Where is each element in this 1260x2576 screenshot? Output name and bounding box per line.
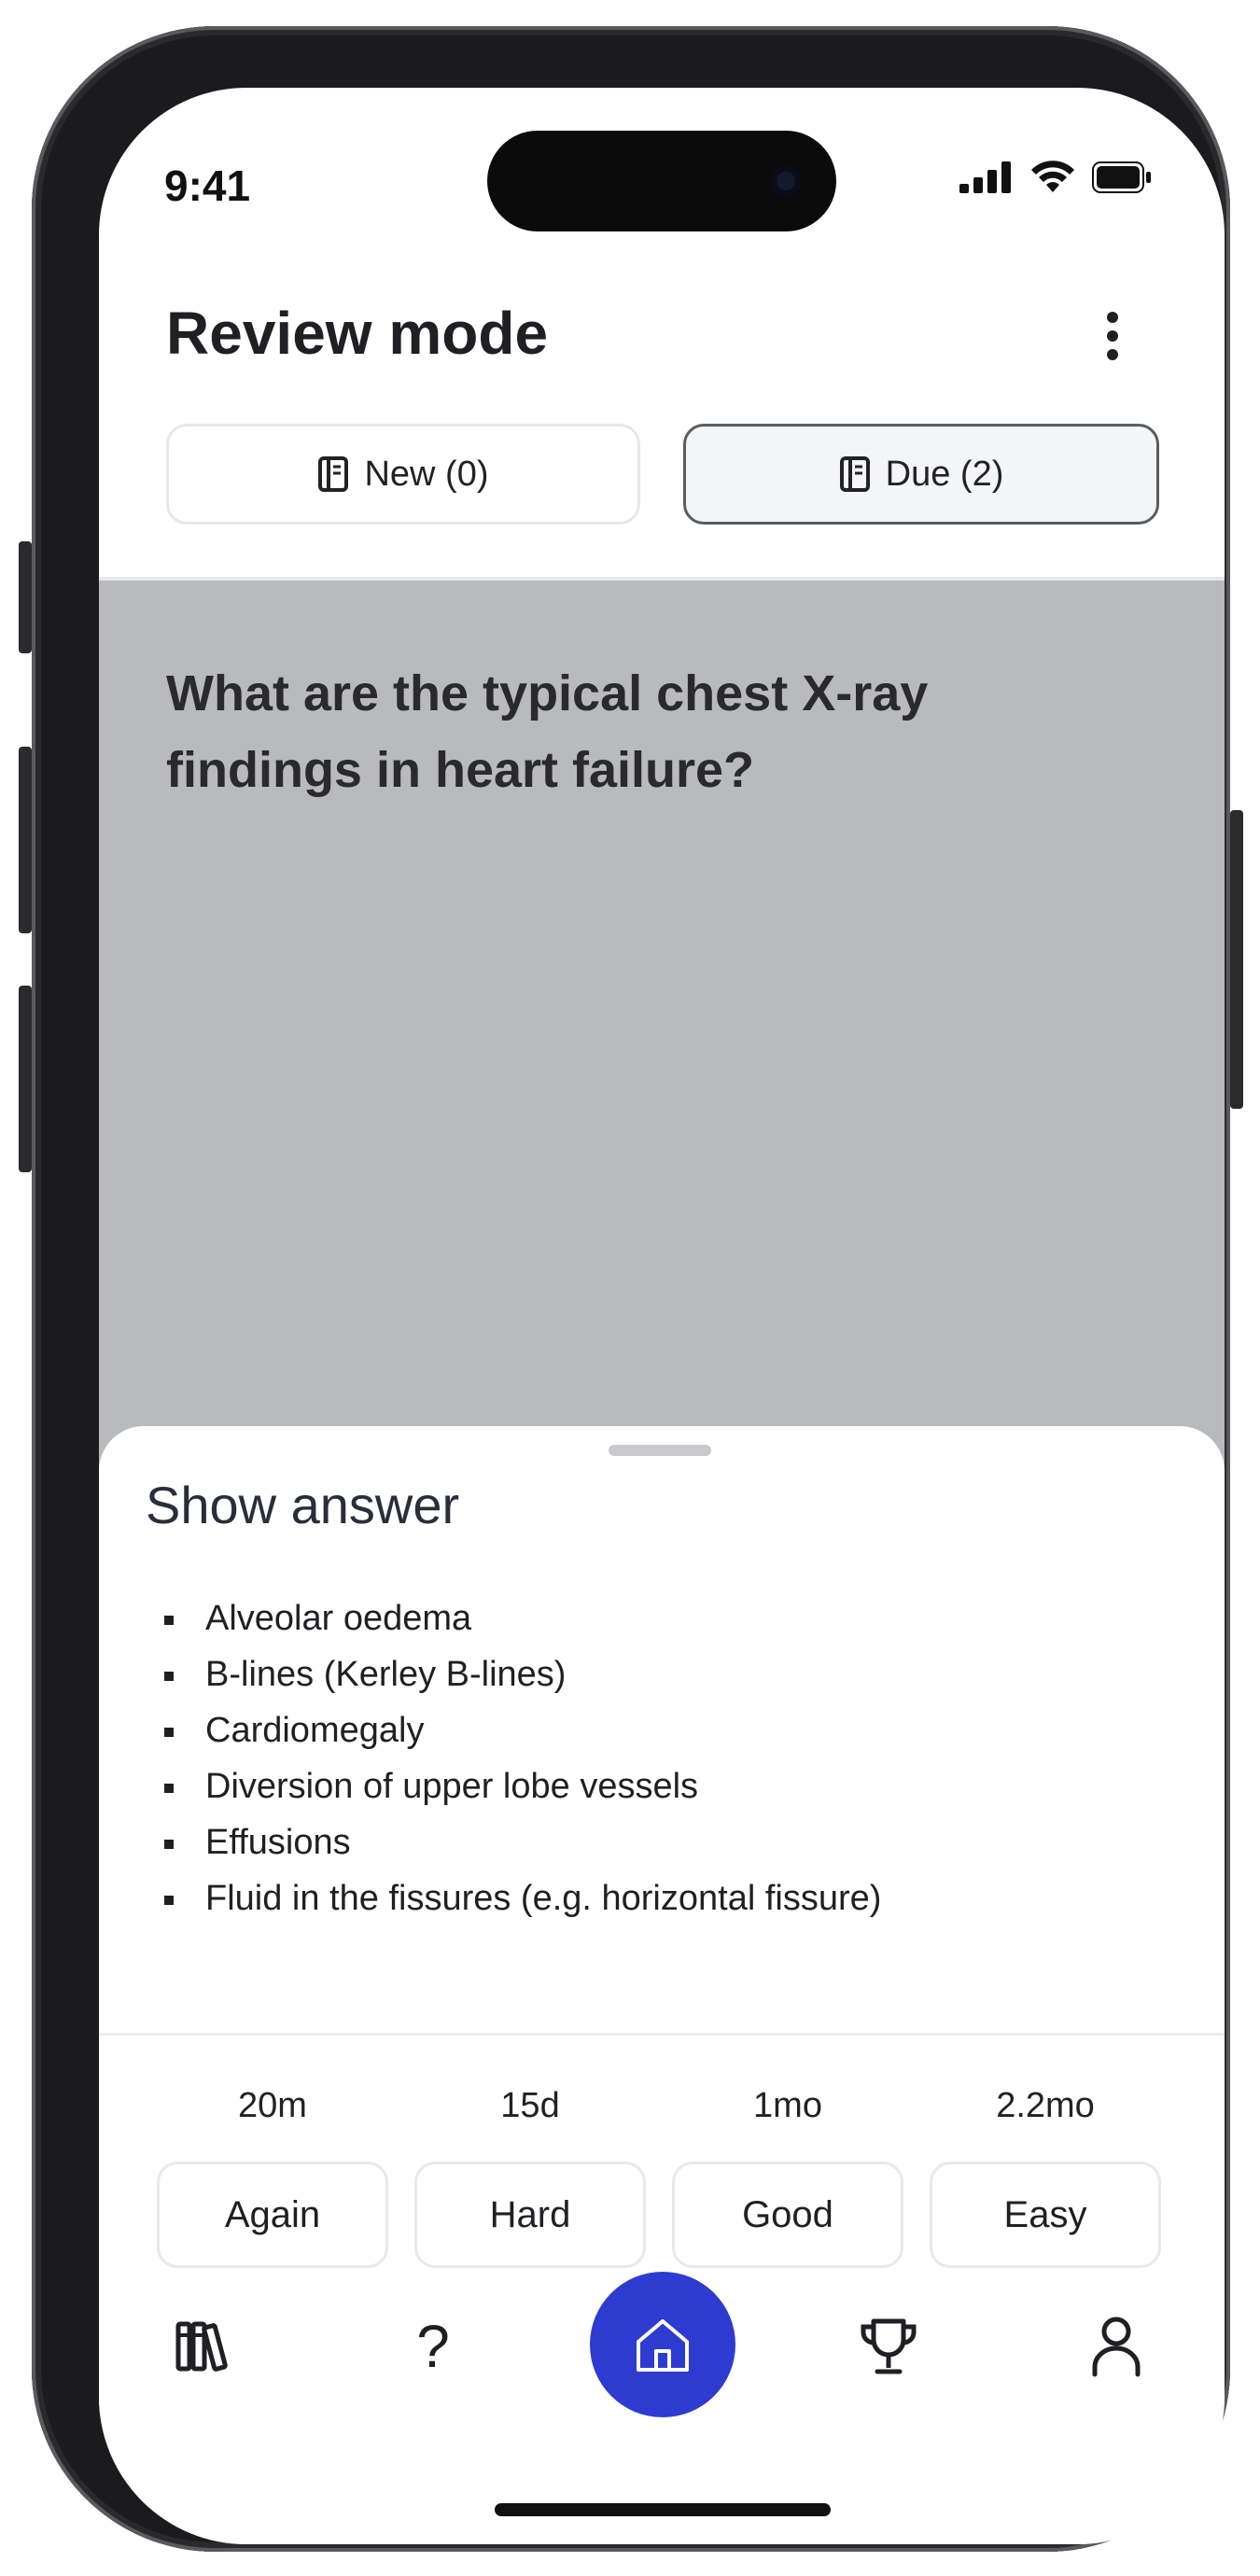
cellular-signal-icon <box>959 161 1011 193</box>
nav-profile[interactable] <box>1060 2272 1172 2421</box>
grade-interval: 2.2mo <box>996 2086 1095 2125</box>
grade-hard: 15d Hard <box>414 2079 646 2268</box>
wifi-icon <box>1031 161 1074 192</box>
list-item: Cardiomegaly <box>164 1702 881 1758</box>
home-icon <box>637 2319 689 2372</box>
list-item: Fluid in the fissures (e.g. horizontal f… <box>164 1870 881 1926</box>
grade-interval: 20m <box>238 2086 307 2125</box>
tab-new[interactable]: New (0) <box>166 424 640 525</box>
screen: 9:41 Review mode New (0) Due (2) What ar… <box>99 88 1225 2544</box>
page-title: Review mode <box>166 300 549 367</box>
notebook-icon <box>839 456 870 492</box>
status-icons <box>959 161 1152 194</box>
home-indicator[interactable] <box>495 2503 831 2516</box>
more-options-button[interactable] <box>1094 306 1131 366</box>
list-item: Diversion of upper lobe vessels <box>164 1758 881 1814</box>
volume-down-button <box>19 986 32 1172</box>
hard-button[interactable]: Hard <box>414 2162 646 2268</box>
flashcard-question: What are the typical chest X-ray finding… <box>166 665 929 798</box>
more-vertical-icon <box>1107 312 1118 323</box>
list-item: B-lines (Kerley B-lines) <box>164 1646 881 1702</box>
power-button <box>1230 810 1243 1109</box>
list-item: Effusions <box>164 1814 881 1870</box>
again-button[interactable]: Again <box>157 2162 388 2268</box>
camera-icon <box>771 166 801 196</box>
phone-frame: 9:41 Review mode New (0) Due (2) What ar… <box>32 26 1230 2552</box>
volume-up-button <box>19 747 32 933</box>
grade-interval: 15d <box>500 2086 560 2125</box>
tab-new-label: New (0) <box>364 454 489 494</box>
answer-list: Alveolar oedema B-lines (Kerley B-lines)… <box>164 1590 881 1926</box>
nav-achievements[interactable] <box>833 2272 945 2421</box>
more-vertical-icon-dot <box>1107 349 1118 360</box>
nav-home[interactable] <box>590 2272 735 2417</box>
battery-icon <box>1092 161 1151 193</box>
flashcard[interactable]: What are the typical chest X-ray finding… <box>99 581 1225 1514</box>
library-icon <box>175 2321 228 2372</box>
good-button[interactable]: Good <box>672 2162 903 2268</box>
nav-help[interactable]: ? <box>377 2272 489 2421</box>
list-item: Alveolar oedema <box>164 1590 881 1646</box>
easy-button[interactable]: Easy <box>930 2162 1161 2268</box>
profile-icon <box>1092 2317 1141 2377</box>
dynamic-island <box>487 131 836 231</box>
grade-interval: 1mo <box>753 2086 822 2125</box>
tab-due-label: Due (2) <box>885 454 1004 494</box>
help-icon: ? <box>416 2313 450 2380</box>
sheet-drag-handle[interactable] <box>609 1445 711 1456</box>
trophy-icon <box>861 2318 917 2374</box>
more-vertical-icon-dot <box>1107 330 1118 342</box>
tab-due[interactable]: Due (2) <box>683 424 1159 525</box>
sheet-divider <box>99 2033 1225 2036</box>
bottom-nav: ? <box>99 2272 1225 2458</box>
answer-sheet-title: Show answer <box>146 1476 460 1534</box>
grade-easy: 2.2mo Easy <box>930 2079 1161 2268</box>
notebook-icon <box>318 456 349 492</box>
grade-good: 1mo Good <box>672 2079 903 2268</box>
status-time: 9:41 <box>164 161 251 210</box>
action-button <box>19 541 32 653</box>
grade-again: 20m Again <box>157 2079 388 2268</box>
nav-library[interactable] <box>147 2272 259 2421</box>
